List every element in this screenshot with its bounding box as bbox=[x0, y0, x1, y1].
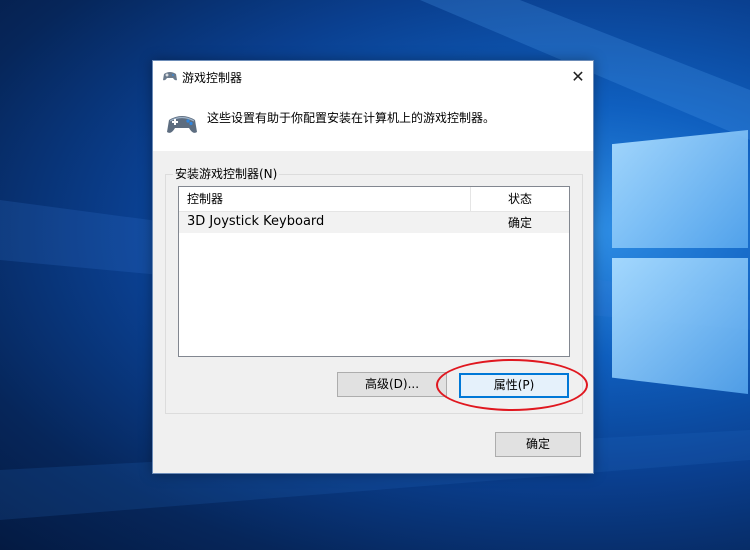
description-text: 这些设置有助于你配置安装在计算机上的游戏控制器。 bbox=[207, 111, 496, 125]
header-area: 这些设置有助于你配置安装在计算机上的游戏控制器。 bbox=[153, 91, 593, 151]
game-controller-icon bbox=[167, 116, 197, 133]
controller-status: 确定 bbox=[507, 216, 532, 230]
close-icon: ✕ bbox=[571, 66, 585, 86]
list-item[interactable]: 3D Joystick Keyboard 确定 bbox=[179, 212, 569, 233]
ok-button[interactable]: 确定 bbox=[495, 432, 581, 457]
windows-logo bbox=[600, 100, 750, 430]
column-header-controller[interactable]: 控制器 bbox=[179, 187, 471, 211]
gamepad-icon bbox=[163, 72, 177, 81]
window-title: 游戏控制器 bbox=[182, 71, 243, 85]
controllers-list[interactable]: 控制器 状态 3D Joystick Keyboard 确定 bbox=[178, 186, 570, 357]
controller-name: 3D Joystick Keyboard bbox=[187, 214, 325, 229]
close-button[interactable]: ✕ bbox=[563, 61, 593, 91]
title-bar: 游戏控制器 ✕ bbox=[153, 61, 593, 91]
list-header: 控制器 状态 bbox=[179, 187, 569, 212]
game-controllers-dialog: 游戏控制器 ✕ 这些设置有助于你配置安装在计算机上的游戏控制器。 安装游戏控制器… bbox=[152, 60, 594, 474]
group-label: 安装游戏控制器(N) bbox=[173, 165, 280, 182]
advanced-button[interactable]: 高级(D)... bbox=[337, 372, 447, 397]
properties-button[interactable]: 属性(P) bbox=[459, 373, 569, 398]
column-header-status[interactable]: 状态 bbox=[471, 187, 569, 211]
